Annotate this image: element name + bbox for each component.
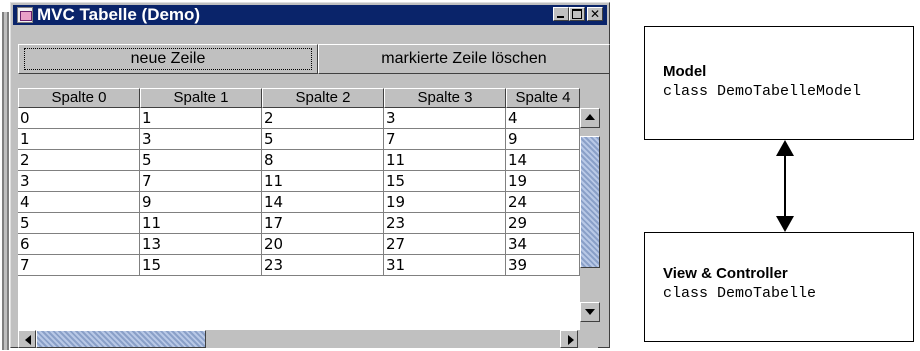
delete-row-label: markierte Zeile löschen <box>381 50 547 67</box>
table-cell[interactable]: 2 <box>262 108 384 129</box>
table-cell[interactable]: 9 <box>140 192 262 213</box>
data-table[interactable]: Spalte 0 Spalte 1 Spalte 2 Spalte 3 Spalte 4… <box>18 88 580 330</box>
table-cell[interactable]: 8 <box>262 150 384 171</box>
table-cell[interactable]: 3 <box>140 129 262 150</box>
table-cell[interactable]: 29 <box>506 213 580 234</box>
table-cell[interactable]: 14 <box>262 192 384 213</box>
table-cell[interactable]: 23 <box>262 255 384 276</box>
delete-row-button[interactable]: markierte Zeile löschen <box>318 44 610 74</box>
table-cell[interactable]: 24 <box>506 192 580 213</box>
table-cell[interactable]: 3 <box>384 108 506 129</box>
table-cell[interactable]: 6 <box>18 234 140 255</box>
table-cell[interactable]: 19 <box>506 171 580 192</box>
table-cell[interactable]: 23 <box>384 213 506 234</box>
table-cell[interactable]: 7 <box>140 171 262 192</box>
java-app-icon <box>17 7 33 23</box>
table-cell[interactable]: 4 <box>18 192 140 213</box>
table-cell[interactable]: 7 <box>18 255 140 276</box>
column-header[interactable]: Spalte 1 <box>140 88 262 108</box>
table-cell[interactable]: 9 <box>506 129 580 150</box>
model-box: Model class DemoTabelleModel <box>644 26 914 140</box>
column-header[interactable]: Spalte 3 <box>384 88 506 108</box>
table-cell[interactable]: 15 <box>384 171 506 192</box>
view-class-name: class DemoTabelle <box>663 285 817 302</box>
column-header[interactable]: Spalte 0 <box>18 88 140 108</box>
vertical-scrollbar[interactable] <box>580 108 600 322</box>
close-button[interactable]: ✕ <box>587 7 603 21</box>
table-cell[interactable]: 5 <box>18 213 140 234</box>
table-cell[interactable]: 0 <box>18 108 140 129</box>
table-cell[interactable]: 3 <box>18 171 140 192</box>
table-cell[interactable]: 15 <box>140 255 262 276</box>
table-cell[interactable]: 5 <box>262 129 384 150</box>
table-cell[interactable]: 14 <box>506 150 580 171</box>
minimize-button[interactable] <box>553 7 569 21</box>
table-cell[interactable]: 19 <box>384 192 506 213</box>
column-header[interactable]: Spalte 4 <box>506 88 580 108</box>
table-cell[interactable]: 34 <box>506 234 580 255</box>
horizontal-scrollbar[interactable] <box>18 330 598 348</box>
model-title: Model <box>663 63 707 80</box>
table-cell[interactable]: 4 <box>506 108 580 129</box>
table-cell[interactable]: 5 <box>140 150 262 171</box>
table-cell[interactable]: 7 <box>384 129 506 150</box>
table-cell[interactable]: 31 <box>384 255 506 276</box>
table-cell[interactable]: 11 <box>140 213 262 234</box>
window-left-edge <box>2 12 9 350</box>
focus-ring <box>24 48 312 70</box>
table-cell[interactable]: 20 <box>262 234 384 255</box>
table-cell[interactable]: 11 <box>262 171 384 192</box>
double-arrow-connector <box>776 140 794 232</box>
view-title: View & Controller <box>663 265 788 282</box>
horizontal-scroll-thumb[interactable] <box>36 330 206 348</box>
table-cell[interactable]: 1 <box>140 108 262 129</box>
new-row-button[interactable]: neue Zeile <box>18 44 318 74</box>
title-bar[interactable]: MVC Tabelle (Demo) ✕ <box>13 5 607 25</box>
maximize-button[interactable] <box>569 7 585 21</box>
table-cell[interactable]: 17 <box>262 213 384 234</box>
table-cell[interactable]: 39 <box>506 255 580 276</box>
scroll-right-button[interactable] <box>560 330 578 348</box>
vertical-scroll-thumb[interactable] <box>580 136 600 268</box>
scroll-down-button[interactable] <box>580 302 600 322</box>
table-cell[interactable]: 2 <box>18 150 140 171</box>
scroll-up-button[interactable] <box>580 108 600 128</box>
table-cell[interactable]: 27 <box>384 234 506 255</box>
model-class-name: class DemoTabelleModel <box>663 83 862 100</box>
view-controller-box: View & Controller class DemoTabelle <box>644 232 914 342</box>
table-cell[interactable]: 1 <box>18 129 140 150</box>
column-header[interactable]: Spalte 2 <box>262 88 384 108</box>
table-cell[interactable]: 13 <box>140 234 262 255</box>
table-cell[interactable]: 11 <box>384 150 506 171</box>
window-title: MVC Tabelle (Demo) <box>37 5 201 24</box>
scroll-left-button[interactable] <box>18 330 36 348</box>
